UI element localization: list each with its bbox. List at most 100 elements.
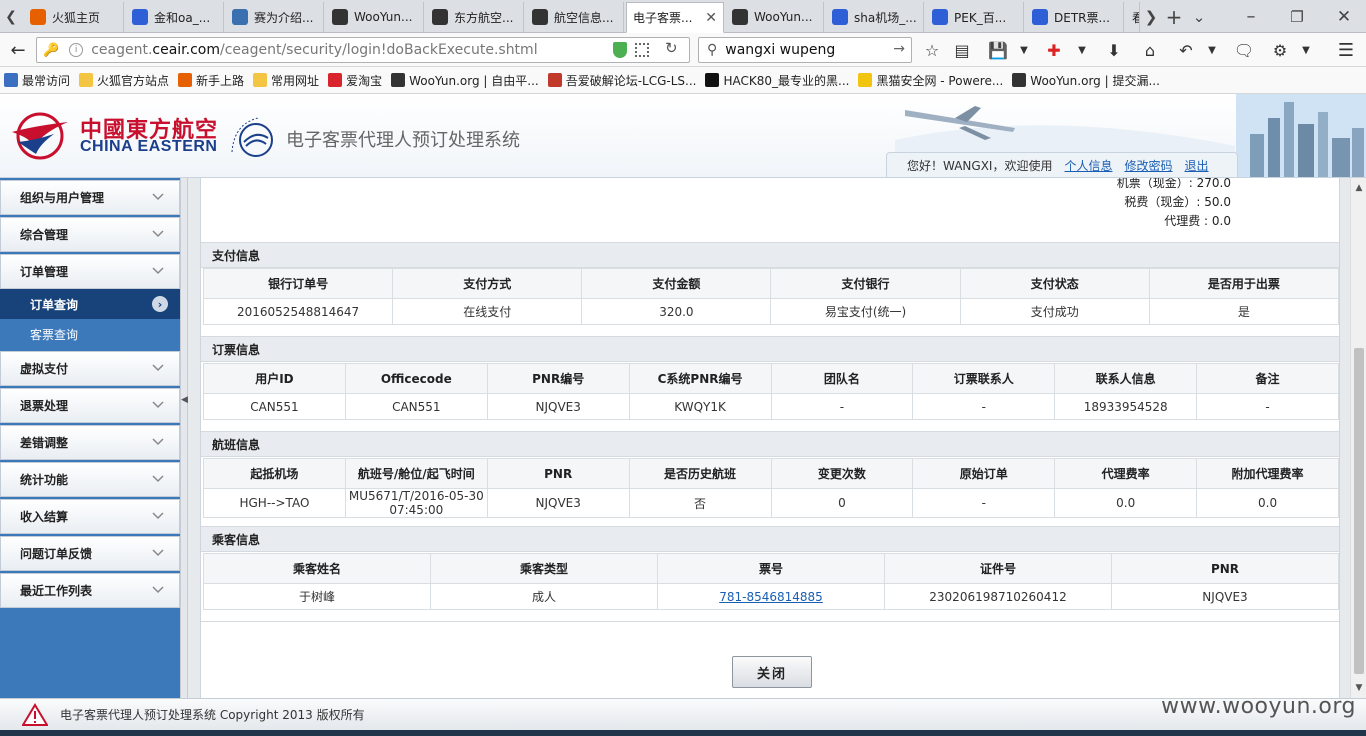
column-header: 是否历史航班: [628, 458, 772, 489]
bookmark-item[interactable]: 火狐官方站点: [79, 72, 169, 89]
profile-link[interactable]: 个人信息: [1064, 157, 1112, 174]
bookmark-item[interactable]: 最常访问: [4, 72, 70, 89]
browser-tab[interactable]: 航空信息...: [526, 2, 624, 32]
browser-tab[interactable]: 看: [1126, 2, 1140, 32]
undo-icon[interactable]: ↶: [1172, 36, 1200, 64]
app-header: 中國東方航空 CHINA EASTERN 电子客票代理人预订处理系统 您好！WA…: [0, 94, 1366, 178]
sidebar-menu-item[interactable]: 统计功能: [0, 462, 180, 497]
table-cell: HGH-->TAO: [203, 488, 346, 518]
browser-tab[interactable]: 金和oa_...: [126, 2, 224, 32]
column-header: Officecode: [344, 363, 488, 394]
browser-tab[interactable]: DETR票...: [1026, 2, 1124, 32]
bookmark-label: WooYun.org | 自由平...: [409, 73, 539, 88]
download-icon[interactable]: ⬇: [1100, 36, 1128, 64]
browser-tab[interactable]: PEK_百...: [926, 2, 1024, 32]
sidebar-menu-item[interactable]: 问题订单反馈: [0, 536, 180, 571]
table-cell: 230206198710260412: [884, 583, 1112, 610]
search-input[interactable]: ⚲ wangxi wupeng →: [698, 37, 912, 63]
sidebar-submenu-item[interactable]: 客票查询: [0, 319, 180, 349]
bookmark-item[interactable]: 爱淘宝: [328, 72, 382, 89]
restore-button[interactable]: ❐: [1280, 0, 1314, 33]
bookmark-item[interactable]: 常用网址: [253, 72, 319, 89]
browser-tab[interactable]: 东方航空...: [426, 2, 524, 32]
sidebar-menu-item[interactable]: 收入结算: [0, 499, 180, 534]
logout-link[interactable]: 退出: [1185, 157, 1209, 174]
sidebar-menu-item[interactable]: 退票处理: [0, 388, 180, 423]
table-cell: 在线支付: [392, 298, 583, 325]
baidu-paw-icon: [932, 9, 948, 25]
change-password-link[interactable]: 修改密码: [1124, 157, 1172, 174]
menu-icon[interactable]: ☰: [1332, 36, 1360, 64]
close-button[interactable]: 关闭: [732, 656, 812, 688]
sidebar-menu-item[interactable]: 差错调整: [0, 425, 180, 460]
browser-tab[interactable]: WooYun...: [726, 2, 824, 32]
sidebar-menu-item[interactable]: 最近工作列表: [0, 573, 180, 608]
qr-code-icon[interactable]: [635, 43, 649, 57]
sidebar-submenu-item[interactable]: 订单查询 ›: [0, 289, 180, 319]
flight-section-title: 航班信息: [201, 431, 1339, 457]
column-header: PNR: [486, 458, 630, 489]
sidebar-submenu-label: 客票查询: [30, 327, 79, 342]
back-button[interactable]: ←: [4, 36, 32, 64]
sidebar-splitter[interactable]: ◀: [180, 178, 188, 698]
passenger-section-title: 乘客信息: [201, 526, 1339, 552]
table-cell: MU5671/T/2016-05-30 07:45:00: [344, 488, 488, 518]
minimize-button[interactable]: –: [1234, 0, 1268, 33]
chevron-down-icon: [151, 398, 165, 412]
chat-icon[interactable]: 🗨: [1230, 36, 1258, 64]
new-tab-button[interactable]: +: [1163, 0, 1185, 33]
sidebar-menu-item[interactable]: 订单管理: [0, 254, 180, 289]
scroll-thumb[interactable]: [1354, 348, 1364, 674]
bookmark-star-icon[interactable]: ☆: [918, 36, 946, 64]
browser-tab[interactable]: WooYun...: [326, 2, 424, 32]
save-icon[interactable]: 💾: [984, 36, 1012, 64]
addon-plus-icon[interactable]: ✚: [1040, 36, 1068, 64]
browser-tab[interactable]: 火狐主页: [24, 2, 124, 32]
tab-scroll-right-button[interactable]: ❯: [1141, 0, 1161, 33]
payment-section-title: 支付信息: [201, 242, 1339, 268]
save-dropdown-icon[interactable]: ▼: [1010, 36, 1038, 64]
bookmark-item[interactable]: HACK80_最专业的黑...: [705, 72, 849, 89]
sidebar-menu-item[interactable]: 组织与用户管理: [0, 180, 180, 215]
sidebar-menu-item[interactable]: 虚拟支付: [0, 351, 180, 386]
column-header: 证件号: [884, 553, 1112, 584]
tab-list-icon[interactable]: ⌄: [1190, 0, 1208, 33]
bookmark-item[interactable]: 吾爱破解论坛-LCG-LS...: [547, 72, 696, 89]
url-bar[interactable]: 🔑 i ceagent.ceair.com/ceagent/security/l…: [36, 37, 690, 63]
shield-icon[interactable]: [613, 42, 627, 58]
collapse-sidebar-icon[interactable]: ◀: [181, 388, 188, 412]
scroll-up-icon[interactable]: ▲: [1351, 180, 1366, 196]
info-icon[interactable]: i: [69, 43, 84, 57]
bookmark-label: 常用网址: [271, 73, 320, 88]
city-skyline-icon: [1236, 94, 1366, 177]
extension-dropdown-icon[interactable]: ▼: [1292, 36, 1320, 64]
bookmark-icon: [4, 73, 18, 87]
vertical-scrollbar[interactable]: ▲ ▼: [1350, 178, 1366, 698]
tab-scroll-left-button[interactable]: ❮: [0, 0, 22, 33]
sidebar-menu-label: 问题订单反馈: [20, 547, 93, 561]
addon-dropdown-icon[interactable]: ▼: [1068, 36, 1096, 64]
fare-tax-cash: 税费（现金）: 50.0: [1124, 195, 1231, 209]
tab-close-icon[interactable]: ✕: [705, 10, 717, 26]
sidebar-menu-label: 综合管理: [20, 228, 69, 242]
ticket-number-link[interactable]: 781-8546814885: [719, 590, 823, 604]
browser-tab[interactable]: 赛为介绍...: [226, 2, 324, 32]
search-icon: ⚲: [707, 42, 718, 58]
bookmark-item[interactable]: WooYun.org | 提交漏...: [1012, 72, 1160, 89]
extension-icon[interactable]: ⚙: [1266, 36, 1294, 64]
browser-tab[interactable]: 电子客票... ✕: [626, 2, 724, 33]
search-go-icon[interactable]: →: [893, 41, 905, 57]
browser-tab[interactable]: sha机场_...: [826, 2, 924, 32]
browser-tab-label: 看: [1132, 9, 1139, 26]
home-icon[interactable]: ⌂: [1136, 36, 1164, 64]
bookmark-item[interactable]: WooYun.org | 自由平...: [391, 72, 539, 89]
window-close-button[interactable]: ✕: [1326, 0, 1362, 33]
undo-dropdown-icon[interactable]: ▼: [1198, 36, 1226, 64]
reload-icon[interactable]: ↻: [665, 39, 678, 57]
table-cell: 易宝支付(统一): [770, 298, 961, 325]
bookmark-item[interactable]: 黑猫安全网 - Powere...: [858, 72, 1003, 89]
bookmark-item[interactable]: 新手上路: [178, 72, 244, 89]
sidebar-menu-item[interactable]: 综合管理: [0, 217, 180, 252]
warning-icon: [22, 703, 48, 726]
reading-list-icon[interactable]: ▤: [948, 36, 976, 64]
